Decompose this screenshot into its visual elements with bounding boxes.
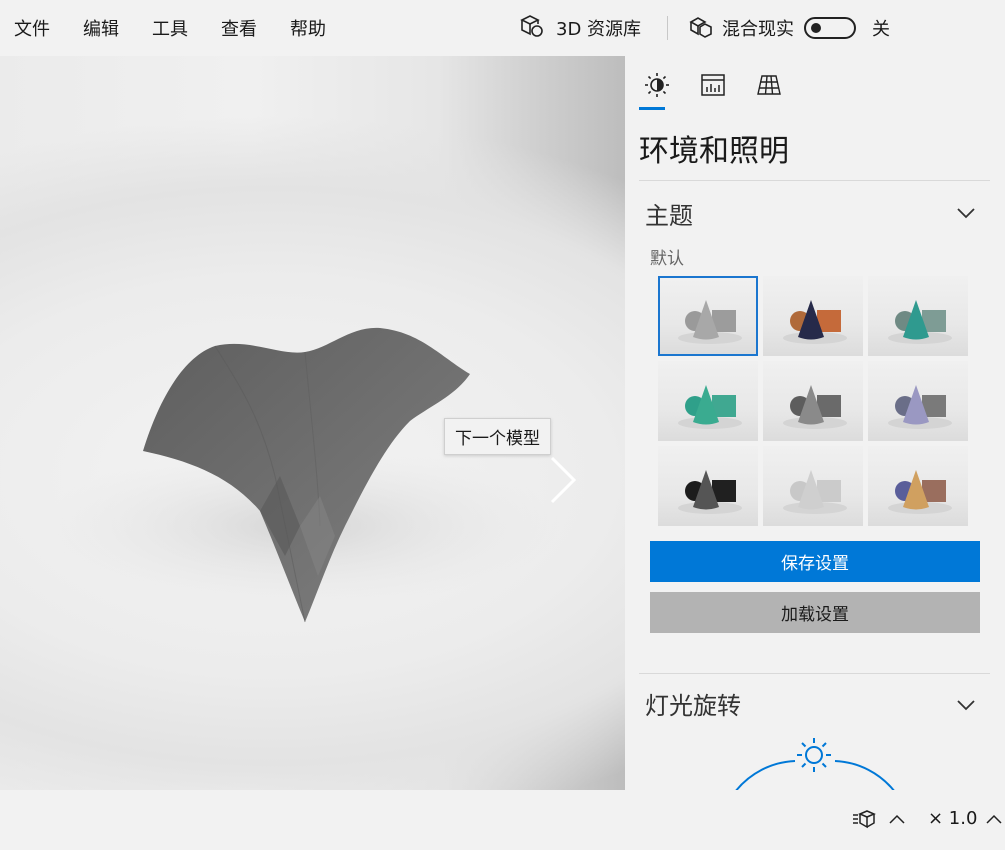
theme-thumbnail-6[interactable] <box>868 361 968 441</box>
chevron-down-icon[interactable] <box>955 206 977 220</box>
theme-preview-shapes <box>678 385 742 429</box>
divider <box>639 673 990 674</box>
theme-preview-shapes <box>888 470 952 514</box>
mixed-reality-group: 混合现实 关 <box>688 14 890 42</box>
theme-thumbnail-4[interactable] <box>658 361 758 441</box>
load-settings-button[interactable]: 加载设置 <box>650 592 980 633</box>
mixed-reality-state: 关 <box>872 19 890 40</box>
grid-icon <box>757 75 781 95</box>
menu-file[interactable]: 文件 <box>14 15 50 41</box>
tab-stats[interactable] <box>695 70 731 110</box>
toggle-knob <box>811 23 821 33</box>
light-rotation-dial[interactable] <box>725 734 905 790</box>
chevron-down-icon[interactable] <box>955 698 977 712</box>
save-settings-button[interactable]: 保存设置 <box>650 541 980 582</box>
theme-preview-shapes <box>783 300 847 344</box>
theme-thumbnail-3[interactable] <box>868 276 968 356</box>
theme-section-title[interactable]: 主题 <box>645 196 693 231</box>
tab-environment[interactable] <box>639 70 675 110</box>
sun-icon[interactable] <box>797 738 831 772</box>
chevron-up-icon <box>986 814 1002 824</box>
theme-preview-shapes <box>888 385 952 429</box>
animation-cube-icon <box>853 810 876 829</box>
mixed-reality-icon <box>688 13 714 44</box>
theme-thumbnail-2[interactable] <box>763 276 863 356</box>
menu-divider <box>667 16 668 40</box>
theme-preview-shapes <box>783 385 847 429</box>
speed-label: × 1.0 <box>928 808 978 829</box>
theme-preview-shapes <box>888 300 952 344</box>
theme-thumbnail-5[interactable] <box>763 361 863 441</box>
menu-help[interactable]: 帮助 <box>290 15 326 41</box>
stats-chart-icon <box>701 74 725 96</box>
panel-title: 环境和照明 <box>639 134 789 169</box>
3d-library-button[interactable]: 3D 资源库 <box>518 14 641 42</box>
mixed-reality-toggle[interactable] <box>804 17 856 39</box>
divider <box>639 180 990 181</box>
playback-speed-button[interactable]: × 1.0 <box>928 808 1003 829</box>
sun-moon-icon <box>645 73 669 97</box>
menu-view[interactable]: 查看 <box>221 15 257 41</box>
tab-grid[interactable] <box>751 70 787 110</box>
chevron-up-icon <box>889 814 905 824</box>
light-rotation-title[interactable]: 灯光旋转 <box>645 686 741 721</box>
theme-thumbnail-7[interactable] <box>658 446 758 526</box>
animation-button[interactable] <box>852 808 906 830</box>
theme-grid <box>658 276 970 526</box>
panel-tabs <box>639 70 787 110</box>
theme-preview-shapes <box>678 300 742 344</box>
theme-thumbnail-9[interactable] <box>868 446 968 526</box>
properties-panel: 环境和照明 主题 默认 保存设置 加载设置 灯光旋转 <box>625 56 1005 790</box>
3d-viewport[interactable]: 下一个模型 <box>0 56 625 790</box>
chevron-right-icon <box>550 456 577 504</box>
next-model-tooltip: 下一个模型 <box>444 418 551 455</box>
3d-library-label: 3D 资源库 <box>556 19 642 40</box>
theme-thumbnail-1[interactable] <box>658 276 758 356</box>
theme-default-label: 默认 <box>650 249 684 269</box>
mixed-reality-label: 混合现实 <box>722 19 794 40</box>
theme-preview-shapes <box>783 470 847 514</box>
theme-thumbnail-8[interactable] <box>763 446 863 526</box>
menu-edit[interactable]: 编辑 <box>83 15 119 41</box>
menu-tools[interactable]: 工具 <box>152 15 188 41</box>
theme-preview-shapes <box>678 470 742 514</box>
cube-sphere-icon <box>518 12 546 45</box>
next-model-button[interactable] <box>544 454 584 506</box>
